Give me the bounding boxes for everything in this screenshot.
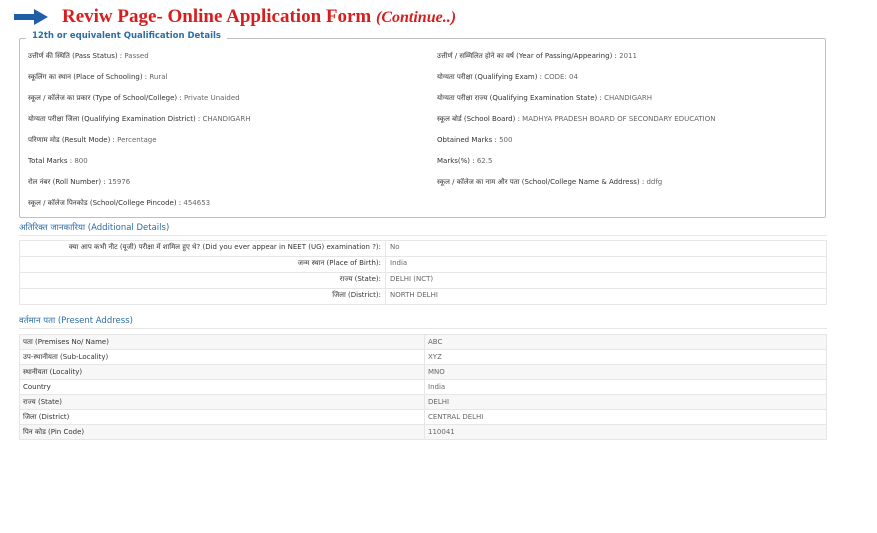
table-row: जिला (District): NORTH DELHI	[19, 288, 827, 305]
qualification-row: उत्तीर्ण की स्थिति (Pass Status) : Passe…	[28, 52, 823, 64]
page-title-text: Reviw Page- Online Application Form	[62, 6, 372, 27]
field-label: योग्यता परीक्षा राज्य (Qualifying Examin…	[437, 94, 602, 102]
additional-details-table: क्या आप कभी नीट (यूजी) परीक्षा में शामिल…	[19, 240, 827, 305]
row-value: India	[424, 379, 827, 395]
field-value: Private Unaided	[183, 94, 240, 102]
row-label: राज्य (State):	[19, 272, 386, 289]
qualification-row: योग्यता परीक्षा जिला (Qualifying Examina…	[28, 115, 823, 127]
field-value: Percentage	[117, 136, 157, 144]
row-value: CENTRAL DELHI	[424, 409, 827, 425]
page-title-suffix: (Continue..)	[376, 9, 457, 26]
field-value: CHANDIGARH	[202, 115, 251, 123]
field-label: उत्तीर्ण की स्थिति (Pass Status) :	[28, 52, 123, 60]
field-label: Total Marks :	[28, 157, 73, 165]
field-value: 454653	[183, 199, 211, 207]
field-label: स्कूल / कॉलेज का नाम और पता (School/Coll…	[437, 178, 645, 186]
row-label: जिला (District):	[19, 288, 386, 305]
qualification-row: परिणाम मोड (Result Mode) : Percentage Ob…	[28, 136, 823, 148]
row-value: NORTH DELHI	[385, 288, 827, 305]
row-label: उप-स्थानीयता (Sub-Locality)	[19, 349, 425, 365]
field-label: उत्तीर्ण / सम्मिलित होने का वर्ष (Year o…	[437, 52, 617, 60]
qualification-row: Total Marks : 800 Marks(%) : 62.5	[28, 157, 823, 169]
row-label: स्थानीयता (Locality)	[19, 364, 425, 380]
field-value: 500	[499, 136, 513, 144]
row-value: DELHI (NCT)	[385, 272, 827, 289]
field-value: Rural	[149, 73, 168, 81]
table-row: क्या आप कभी नीट (यूजी) परीक्षा में शामिल…	[19, 240, 827, 257]
row-value: ABC	[424, 334, 827, 350]
qualification-legend: 12th or equivalent Qualification Details	[26, 31, 227, 41]
qualification-row: रोल नंबर (Roll Number) : 15976 स्कूल / क…	[28, 178, 823, 190]
row-value: DELHI	[424, 394, 827, 410]
row-label: राज्य (State)	[19, 394, 425, 410]
table-row: जन्म स्थान (Place of Birth): India	[19, 256, 827, 273]
row-value: XYZ	[424, 349, 827, 365]
field-value: 15976	[107, 178, 131, 186]
page-header: Reviw Page- Online Application Form (Con…	[14, 4, 456, 30]
page-title: Reviw Page- Online Application Form (Con…	[62, 6, 456, 28]
section-title-english: (Additional Details)	[87, 223, 170, 233]
row-value: India	[385, 256, 827, 273]
field-value: MADHYA PRADESH BOARD OF SECONDARY EDUCAT…	[522, 115, 716, 123]
row-label: जिला (District)	[19, 409, 425, 425]
table-row: स्थानीयता (Locality) MNO	[19, 364, 827, 380]
additional-details-heading: अतिरिक्त जानकारिया (Additional Details)	[19, 222, 169, 233]
field-label: रोल नंबर (Roll Number) :	[28, 178, 106, 186]
field-label: परिणाम मोड (Result Mode) :	[28, 136, 115, 144]
row-value: MNO	[424, 364, 827, 380]
row-label: क्या आप कभी नीट (यूजी) परीक्षा में शामिल…	[19, 240, 386, 257]
field-value: ddfg	[646, 178, 663, 186]
table-row: राज्य (State) DELHI	[19, 394, 827, 410]
row-label: जन्म स्थान (Place of Birth):	[19, 256, 386, 273]
field-label: स्कूल / कॉलेज पिनकोड (School/College Pin…	[28, 199, 182, 207]
row-value: 110041	[424, 424, 827, 440]
field-value: 800	[74, 157, 88, 165]
table-row: पिन कोड (Pin Code) 110041	[19, 424, 827, 440]
field-value: CODE: 04	[544, 73, 578, 81]
field-value: 2011	[619, 52, 637, 60]
field-label: योग्यता परीक्षा (Qualifying Exam) :	[437, 73, 543, 81]
section-title-hindi: अतिरिक्त जानकारिया	[19, 223, 86, 233]
section-divider	[19, 328, 827, 329]
field-label: Obtained Marks :	[437, 136, 497, 144]
table-row: पता (Premises No/ Name) ABC	[19, 334, 827, 350]
section-title-hindi: वर्तमान पता	[19, 316, 56, 326]
qualification-fieldset: 12th or equivalent Qualification Details…	[19, 31, 826, 218]
qualification-row: स्कूल / कॉलेज पिनकोड (School/College Pin…	[28, 199, 823, 211]
field-value: Passed	[124, 52, 149, 60]
qualification-row: स्कूलिंग का स्थान (Place of Schooling) :…	[28, 73, 823, 85]
table-row: राज्य (State): DELHI (NCT)	[19, 272, 827, 289]
field-label: स्कूल बोर्ड (School Board) :	[437, 115, 520, 123]
field-value: CHANDIGARH	[604, 94, 653, 102]
present-address-table: पता (Premises No/ Name) ABC उप-स्थानीयता…	[19, 334, 827, 440]
field-label: स्कूलिंग का स्थान (Place of Schooling) :	[28, 73, 148, 81]
section-divider	[19, 235, 827, 236]
field-label: योग्यता परीक्षा जिला (Qualifying Examina…	[28, 115, 201, 123]
field-label: स्कूल / कॉलेज का प्रकार (Type of School/…	[28, 94, 182, 102]
right-arrow-icon	[14, 9, 48, 25]
table-row: जिला (District) CENTRAL DELHI	[19, 409, 827, 425]
field-value: 62.5	[476, 157, 493, 165]
present-address-heading: वर्तमान पता (Present Address)	[19, 315, 133, 326]
row-value: No	[385, 240, 827, 257]
field-label: Marks(%) :	[437, 157, 475, 165]
qualification-row: स्कूल / कॉलेज का प्रकार (Type of School/…	[28, 94, 823, 106]
table-row: Country India	[19, 379, 827, 395]
row-label: पिन कोड (Pin Code)	[19, 424, 425, 440]
row-label: पता (Premises No/ Name)	[19, 334, 425, 350]
row-label: Country	[19, 379, 425, 395]
table-row: उप-स्थानीयता (Sub-Locality) XYZ	[19, 349, 827, 365]
section-title-english: (Present Address)	[57, 316, 133, 326]
